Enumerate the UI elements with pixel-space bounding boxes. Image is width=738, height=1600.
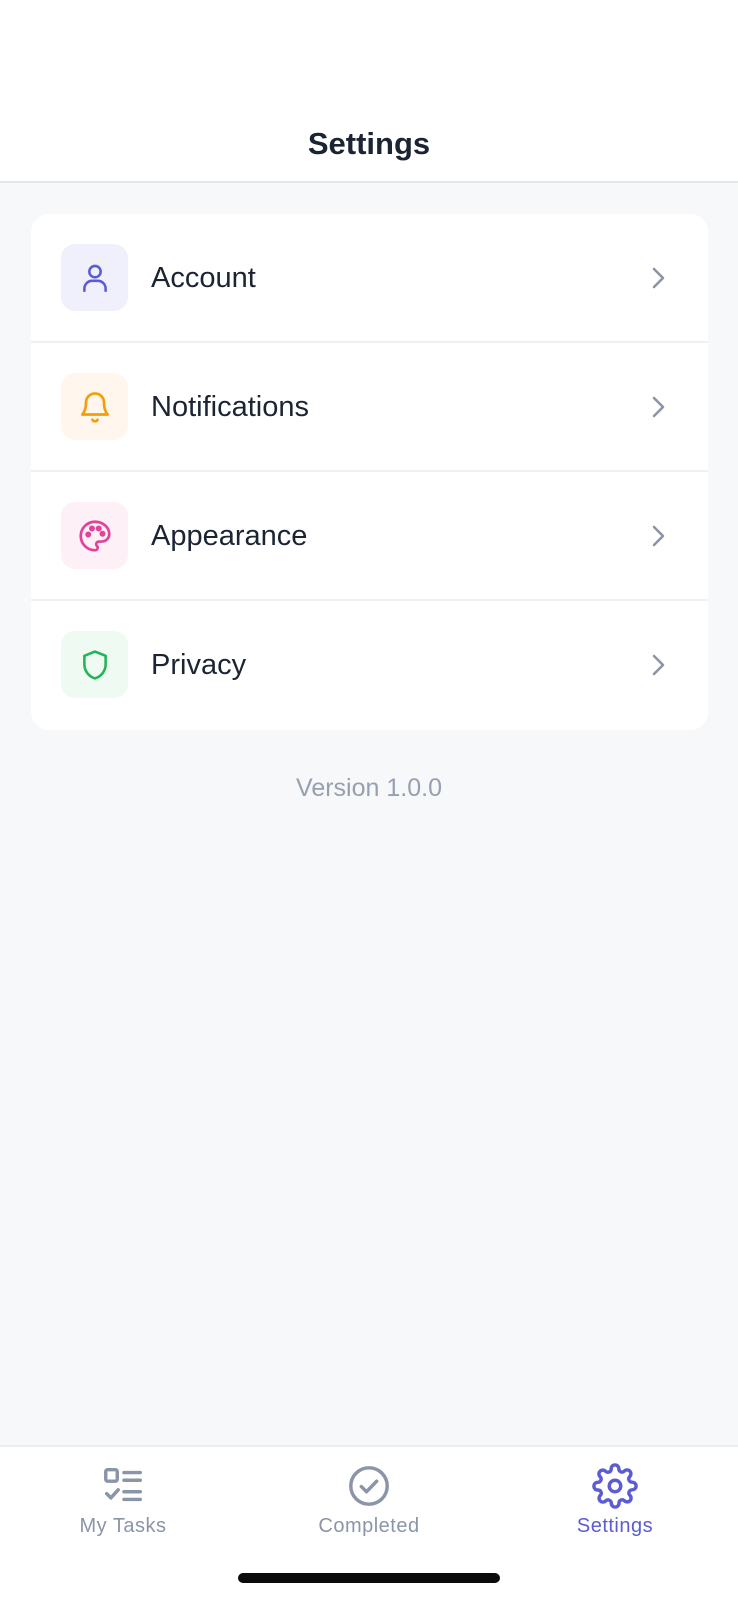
palette-icon [61, 502, 128, 569]
version-label: Version 1.0.0 [296, 774, 442, 802]
tab-label: Completed [318, 1515, 420, 1537]
home-indicator[interactable] [238, 1573, 500, 1583]
settings-item-account[interactable]: Account [31, 214, 708, 343]
settings-item-label: Privacy [151, 649, 247, 681]
settings-item-label: Notifications [151, 391, 309, 423]
task-list-icon [104, 1467, 142, 1502]
bell-icon [61, 373, 128, 440]
settings-item-notifications[interactable]: Notifications [31, 343, 708, 472]
settings-item-appearance[interactable]: Appearance [31, 472, 708, 601]
shield-icon [61, 631, 128, 698]
check-circle-icon [349, 1466, 389, 1506]
gear-icon [592, 1463, 638, 1509]
chevron-right-icon [652, 396, 665, 418]
chevron-right-icon [652, 267, 665, 289]
tab-settings[interactable]: Settings [515, 1463, 715, 1553]
settings-list: Account Notifications Appearance Privacy [31, 214, 708, 730]
tab-my-tasks[interactable]: My Tasks [23, 1463, 223, 1553]
tab-label: Settings [576, 1515, 654, 1537]
chevron-right-icon [652, 654, 665, 676]
user-icon [61, 244, 128, 311]
settings-item-privacy[interactable]: Privacy [31, 601, 708, 730]
chevron-right-icon [652, 525, 665, 547]
tab-completed[interactable]: Completed [269, 1463, 469, 1553]
page-title: Settings [307, 126, 431, 161]
tab-label: My Tasks [79, 1515, 167, 1537]
settings-item-label: Appearance [151, 520, 308, 552]
header-bar: Settings [0, 0, 738, 183]
settings-item-label: Account [151, 262, 256, 294]
